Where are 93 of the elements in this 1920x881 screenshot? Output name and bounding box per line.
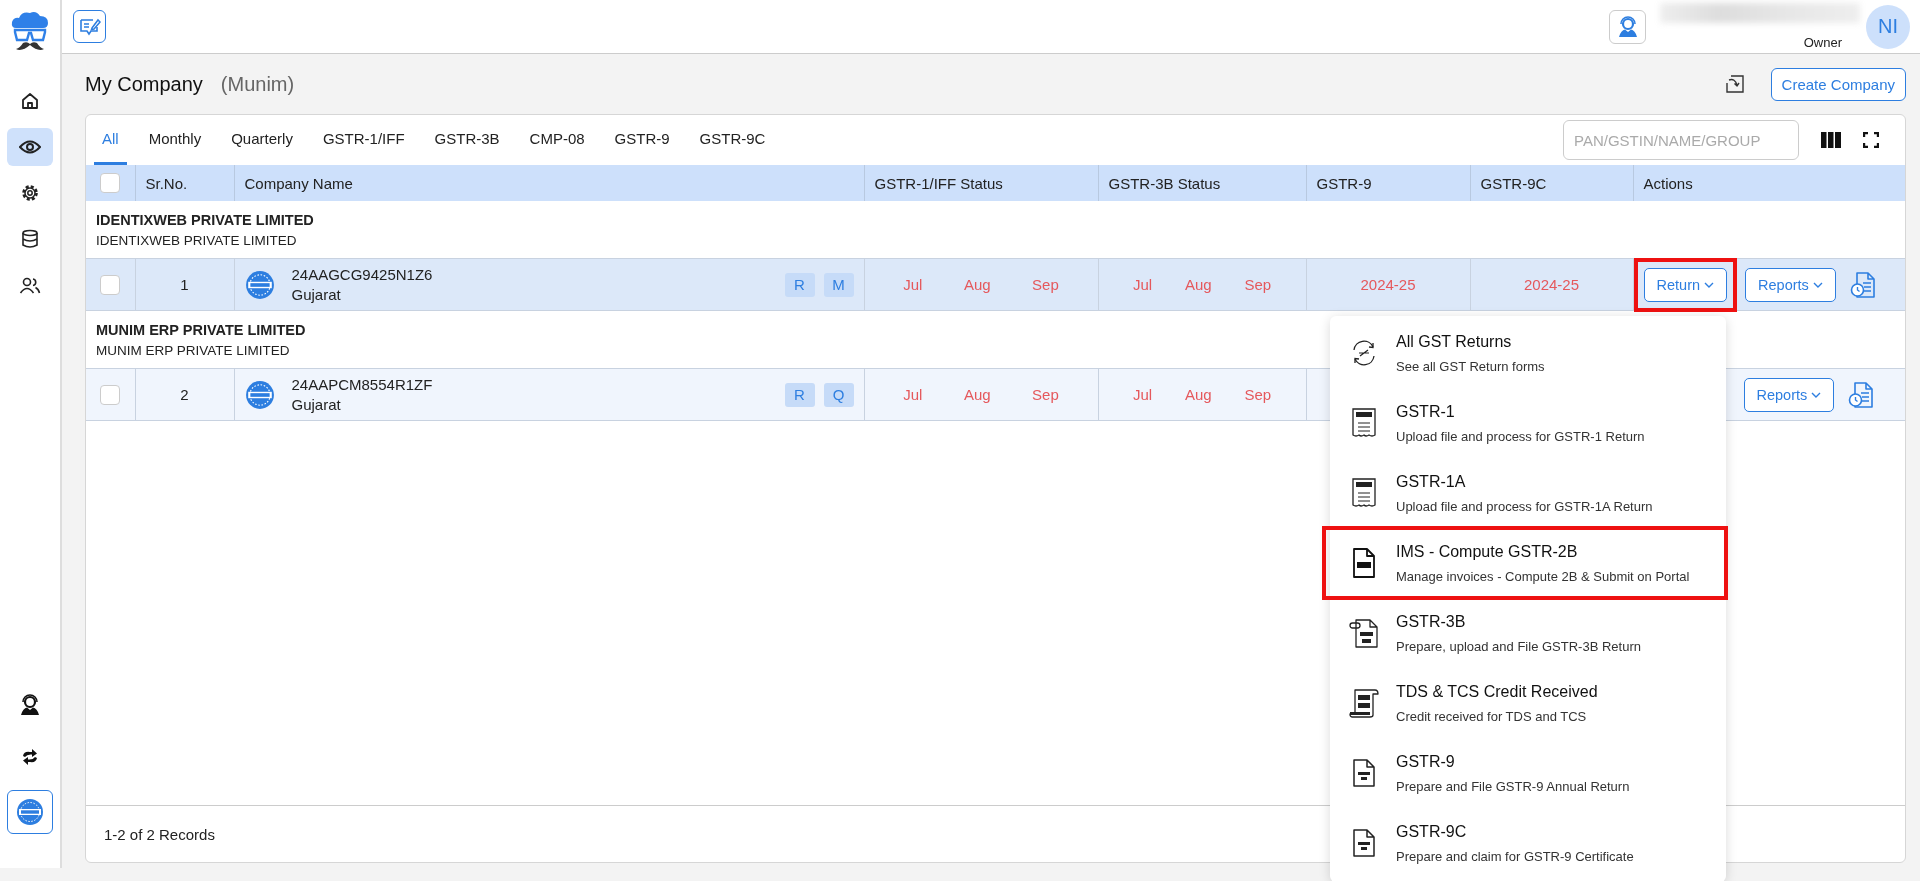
receipt-icon xyxy=(1351,477,1377,509)
row-checkbox[interactable] xyxy=(100,384,121,405)
scroll-icon xyxy=(1348,687,1380,719)
month-status[interactable]: Jul xyxy=(903,276,923,293)
gstin-text: 24AAPCM8554R1ZF xyxy=(291,376,433,393)
document-icon xyxy=(1352,758,1376,788)
column-header: GSTR-3B Status xyxy=(1098,165,1306,201)
filter-tab[interactable]: Monthly xyxy=(140,115,210,165)
caret-icon xyxy=(1704,281,1715,288)
filing-tag[interactable]: R xyxy=(784,272,815,297)
month-status[interactable]: Aug xyxy=(963,276,991,293)
support-agent-icon xyxy=(19,694,41,716)
menu-item[interactable]: All GST Returns See all GST Return forms xyxy=(1330,318,1726,388)
column-header: GSTR-9 xyxy=(1306,165,1470,201)
document-icon xyxy=(1352,547,1376,579)
filter-tab[interactable]: GSTR-9C xyxy=(691,115,774,165)
filter-tab[interactable]: GSTR-1/IFF xyxy=(314,115,413,165)
menu-item[interactable]: GSTR-9C Prepare and claim for GSTR-9 Certificate xyxy=(1330,808,1726,878)
fullscreen-icon[interactable] xyxy=(1863,132,1879,148)
column-header: GSTR-9C xyxy=(1470,165,1633,201)
filter-tab[interactable]: Quarterly xyxy=(223,115,301,165)
group-subname: MUNIM ERP PRIVATE LIMITED xyxy=(96,342,290,358)
select-all-checkbox[interactable] xyxy=(100,173,121,193)
records-count: 1-2 of 2 Records xyxy=(104,825,215,843)
menu-item[interactable]: GSTR-1A Upload file and process for GSTR-1A Return xyxy=(1330,458,1726,528)
eye-icon xyxy=(19,139,41,155)
month-status[interactable]: Sep xyxy=(1032,276,1059,293)
reports-dropdown-button[interactable]: Reports xyxy=(1745,267,1836,302)
home-icon xyxy=(20,91,40,111)
receipt-icon xyxy=(1351,407,1377,439)
filing-tag[interactable]: Q xyxy=(823,382,854,407)
month-status[interactable]: Sep xyxy=(1244,386,1272,403)
state-text: Gujarat xyxy=(291,396,342,413)
filing-tag[interactable]: M xyxy=(823,272,854,297)
create-company-button[interactable]: Create Company xyxy=(1770,67,1906,101)
month-status[interactable]: Aug xyxy=(1184,386,1212,403)
column-header: Sr.No. xyxy=(135,165,234,201)
document-clock-icon[interactable] xyxy=(1849,270,1876,299)
month-status[interactable]: Aug xyxy=(963,386,991,403)
year-status[interactable]: 2024-25 xyxy=(1360,276,1416,293)
filing-tag[interactable]: R xyxy=(784,382,815,407)
edit-note-icon xyxy=(78,16,101,37)
column-header: GSTR-1/IFF Status xyxy=(864,165,1098,201)
month-status[interactable]: Jul xyxy=(1132,276,1153,293)
serial-number: 2 xyxy=(180,386,189,403)
filter-tab[interactable]: GSTR-3B xyxy=(426,115,508,165)
reports-dropdown-button[interactable]: Reports xyxy=(1743,377,1835,412)
gst-seal-icon xyxy=(244,269,275,300)
document-icon xyxy=(1352,828,1376,858)
user-avatar[interactable]: NI xyxy=(1866,4,1910,49)
gst-seal-icon xyxy=(16,798,44,826)
return-dropdown-button[interactable]: Return xyxy=(1643,267,1728,302)
gst-seal-icon xyxy=(244,379,275,410)
settings-icon xyxy=(20,183,40,203)
menu-item[interactable]: IMS - Compute GSTR-2B Manage invoices - Compute 2B & Submit on Portal xyxy=(1324,528,1726,598)
month-status[interactable]: Sep xyxy=(1032,386,1059,403)
clipped-document-icon xyxy=(1348,617,1380,649)
users-icon xyxy=(19,276,41,294)
sync-icon xyxy=(20,747,40,767)
notes-button[interactable] xyxy=(73,10,106,43)
row-checkbox[interactable] xyxy=(100,274,121,295)
caret-icon xyxy=(1811,391,1822,398)
month-status[interactable]: Sep xyxy=(1244,276,1272,293)
menu-item[interactable]: TDS & TCS Credit Received Credit received for TDS and TCS xyxy=(1330,668,1726,738)
search-field[interactable]: PAN/GSTIN/NAME/GROUP xyxy=(1563,120,1799,160)
column-header: Company Name xyxy=(234,165,864,201)
page-subtitle: (Munim) xyxy=(220,72,295,96)
menu-item[interactable]: GSTR-1 Upload file and process for GSTR-1 Return xyxy=(1330,388,1726,458)
group-name: MUNIM ERP PRIVATE LIMITED xyxy=(96,321,306,338)
serial-number: 1 xyxy=(180,276,189,293)
year-status[interactable]: 2024-25 xyxy=(1523,276,1580,293)
page-title: My Company xyxy=(85,72,203,96)
month-status[interactable]: Jul xyxy=(1132,386,1153,403)
filter-tab[interactable]: GSTR-9 xyxy=(606,115,678,165)
menu-item[interactable]: GSTR-3B Prepare, upload and File GSTR-3B Return xyxy=(1330,598,1726,668)
user-role: Owner xyxy=(1803,35,1842,50)
state-text: Gujarat xyxy=(291,286,342,303)
database-icon xyxy=(21,229,39,249)
filter-tab[interactable]: CMP-08 xyxy=(521,115,593,165)
menu-item[interactable]: GSTR-9 Prepare and File GSTR-9 Annual Return xyxy=(1330,738,1726,808)
sidebar-item[interactable] xyxy=(7,128,53,166)
support-agent-icon xyxy=(1616,15,1639,38)
group-name: IDENTIXWEB PRIVATE LIMITED xyxy=(96,211,314,228)
group-subname: IDENTIXWEB PRIVATE LIMITED xyxy=(96,232,297,248)
month-status[interactable]: Jul xyxy=(903,386,923,403)
column-header: Actions xyxy=(1633,165,1905,201)
import-icon[interactable] xyxy=(1724,74,1745,94)
support-button[interactable] xyxy=(1609,9,1646,44)
caret-icon xyxy=(1812,281,1823,288)
gstin-text: 24AAGCG9425N1Z6 xyxy=(291,266,433,283)
month-status[interactable]: Aug xyxy=(1184,276,1212,293)
columns-icon[interactable] xyxy=(1821,132,1841,148)
document-clock-icon[interactable] xyxy=(1848,380,1875,409)
